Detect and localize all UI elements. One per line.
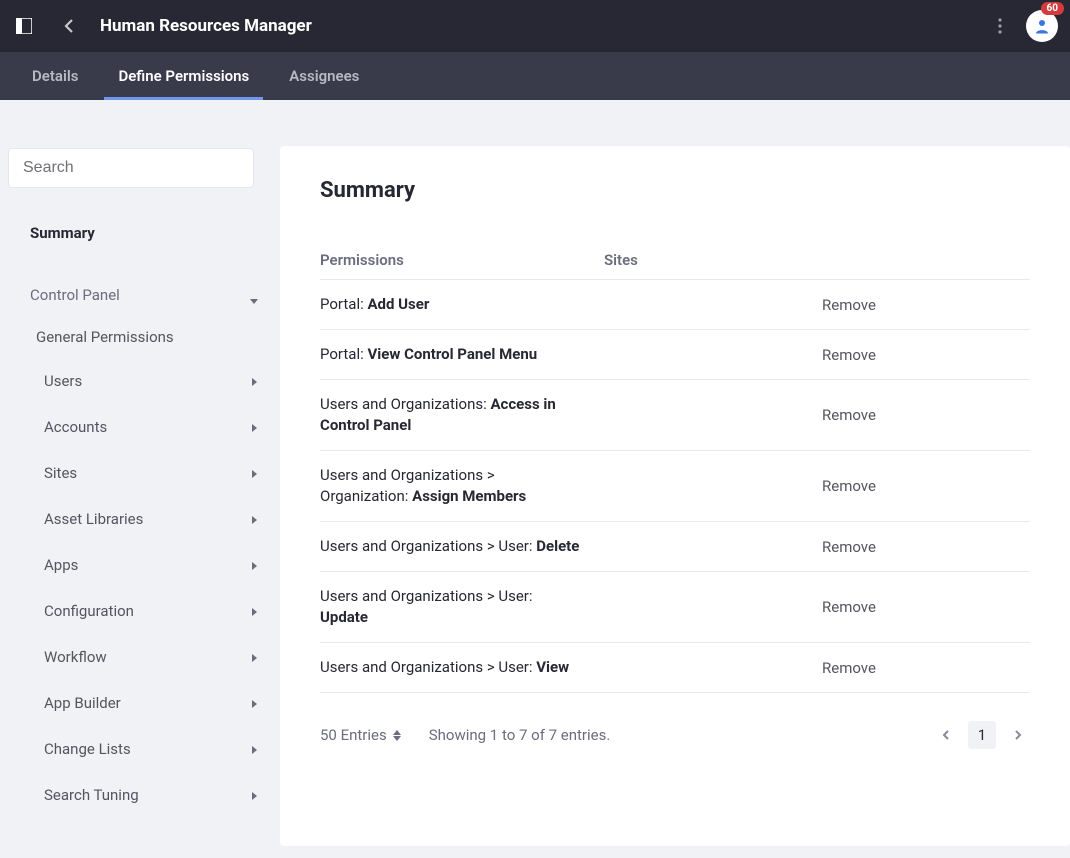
permission-cell: Portal: View Control Panel Menu xyxy=(320,344,604,365)
remove-button[interactable]: Remove xyxy=(822,538,1030,556)
pagination-prev[interactable] xyxy=(934,723,958,747)
sidebar-item-search-tuning[interactable]: Search Tuning xyxy=(8,772,280,818)
column-header-sites[interactable]: Sites xyxy=(604,251,822,269)
sidebar-group-label: Control Panel xyxy=(30,286,120,304)
permission-cell: Users and Organizations > User: Update xyxy=(320,586,604,628)
sidebar-item-configuration[interactable]: Configuration xyxy=(8,588,280,634)
search-input[interactable] xyxy=(8,148,254,188)
sidebar-item-label: Asset Libraries xyxy=(44,510,143,528)
tab-assignees[interactable]: Assignees xyxy=(281,52,367,100)
pagination-showing: Showing 1 to 7 of 7 entries. xyxy=(429,726,611,744)
sidebar-group-control-panel[interactable]: Control Panel xyxy=(8,274,280,316)
tabs-bar: Details Define Permissions Assignees xyxy=(0,52,1070,100)
sidebar-item-app-builder[interactable]: App Builder xyxy=(8,680,280,726)
chevron-left-icon xyxy=(941,730,951,740)
sidebar-summary[interactable]: Summary xyxy=(8,212,280,254)
column-header-permissions[interactable]: Permissions xyxy=(320,251,604,269)
sidebar-item-change-lists[interactable]: Change Lists xyxy=(8,726,280,772)
table-row: Portal: View Control Panel Menu Remove xyxy=(320,330,1030,380)
table-row: Users and Organizations > User: Update Re… xyxy=(320,572,1030,643)
caret-right-icon xyxy=(250,648,258,666)
remove-button[interactable]: Remove xyxy=(822,406,1030,424)
sidebar-item-workflow[interactable]: Workflow xyxy=(8,634,280,680)
summary-card: Summary Permissions Sites Portal: Add Us… xyxy=(280,146,1070,846)
permission-cell: Users and Organizations: Access in Contr… xyxy=(320,394,604,436)
table-row: Portal: Add User Remove xyxy=(320,280,1030,330)
permission-cell: Users and Organizations > User: Delete xyxy=(320,536,604,557)
remove-button[interactable]: Remove xyxy=(822,346,1030,364)
page-title: Human Resources Manager xyxy=(100,16,312,36)
sort-icon xyxy=(393,730,401,741)
options-button[interactable] xyxy=(988,14,1012,38)
table-row: Users and Organizations: Access in Contr… xyxy=(320,380,1030,451)
table-row: Users and Organizations > Organization: … xyxy=(320,451,1030,522)
sidebar-item-asset-libraries[interactable]: Asset Libraries xyxy=(8,496,280,542)
caret-right-icon xyxy=(250,602,258,620)
caret-right-icon xyxy=(250,694,258,712)
sidebar-item-label: App Builder xyxy=(44,694,121,712)
pagination-page-current[interactable]: 1 xyxy=(968,721,996,749)
summary-heading: Summary xyxy=(320,178,1030,203)
entries-label: 50 Entries xyxy=(320,726,387,744)
sidebar-item-general-permissions[interactable]: General Permissions xyxy=(8,316,280,358)
panel-icon xyxy=(16,18,32,34)
pagination-next[interactable] xyxy=(1006,723,1030,747)
panel-toggle-button[interactable] xyxy=(12,14,36,38)
sidebar-item-sites[interactable]: Sites xyxy=(8,450,280,496)
remove-button[interactable]: Remove xyxy=(822,477,1030,495)
caret-down-icon xyxy=(250,291,258,299)
sidebar-item-label: Workflow xyxy=(44,648,107,666)
tab-details[interactable]: Details xyxy=(24,52,86,100)
user-icon xyxy=(1033,17,1051,35)
caret-right-icon xyxy=(250,556,258,574)
caret-right-icon xyxy=(250,418,258,436)
permission-cell: Users and Organizations > User: View xyxy=(320,657,604,678)
permissions-table: Permissions Sites Portal: Add User Remove… xyxy=(320,251,1030,693)
chevron-right-icon xyxy=(1013,730,1023,740)
sidebar-item-label: Sites xyxy=(44,464,77,482)
sidebar-item-accounts[interactable]: Accounts xyxy=(8,404,280,450)
sidebar-item-label: Apps xyxy=(44,556,78,574)
sidebar-item-apps[interactable]: Apps xyxy=(8,542,280,588)
permission-cell: Portal: Add User xyxy=(320,294,604,315)
sidebar-item-label: Accounts xyxy=(44,418,107,436)
remove-button[interactable]: Remove xyxy=(822,659,1030,677)
caret-right-icon xyxy=(250,740,258,758)
caret-right-icon xyxy=(250,372,258,390)
caret-right-icon xyxy=(250,510,258,528)
back-button[interactable] xyxy=(56,12,84,40)
table-row: Users and Organizations > User: View Remo… xyxy=(320,643,1030,693)
remove-button[interactable]: Remove xyxy=(822,598,1030,616)
caret-right-icon xyxy=(250,786,258,804)
sidebar-item-label: Users xyxy=(44,372,82,390)
sidebar: Summary Control Panel General Permission… xyxy=(0,100,280,858)
caret-right-icon xyxy=(250,464,258,482)
sidebar-item-users[interactable]: Users xyxy=(8,358,280,404)
tab-define-permissions[interactable]: Define Permissions xyxy=(110,52,257,100)
notification-badge[interactable]: 60 xyxy=(1041,2,1064,15)
remove-button[interactable]: Remove xyxy=(822,296,1030,314)
chevron-left-icon xyxy=(63,19,77,33)
ellipsis-vertical-icon xyxy=(998,18,1002,34)
sidebar-item-label: Search Tuning xyxy=(44,786,139,804)
table-row: Users and Organizations > User: Delete Re… xyxy=(320,522,1030,572)
permission-cell: Users and Organizations > Organization: … xyxy=(320,465,604,507)
sidebar-item-label: Change Lists xyxy=(44,740,131,758)
entries-per-page-select[interactable]: 50 Entries xyxy=(320,726,401,744)
sidebar-item-label: Configuration xyxy=(44,602,134,620)
